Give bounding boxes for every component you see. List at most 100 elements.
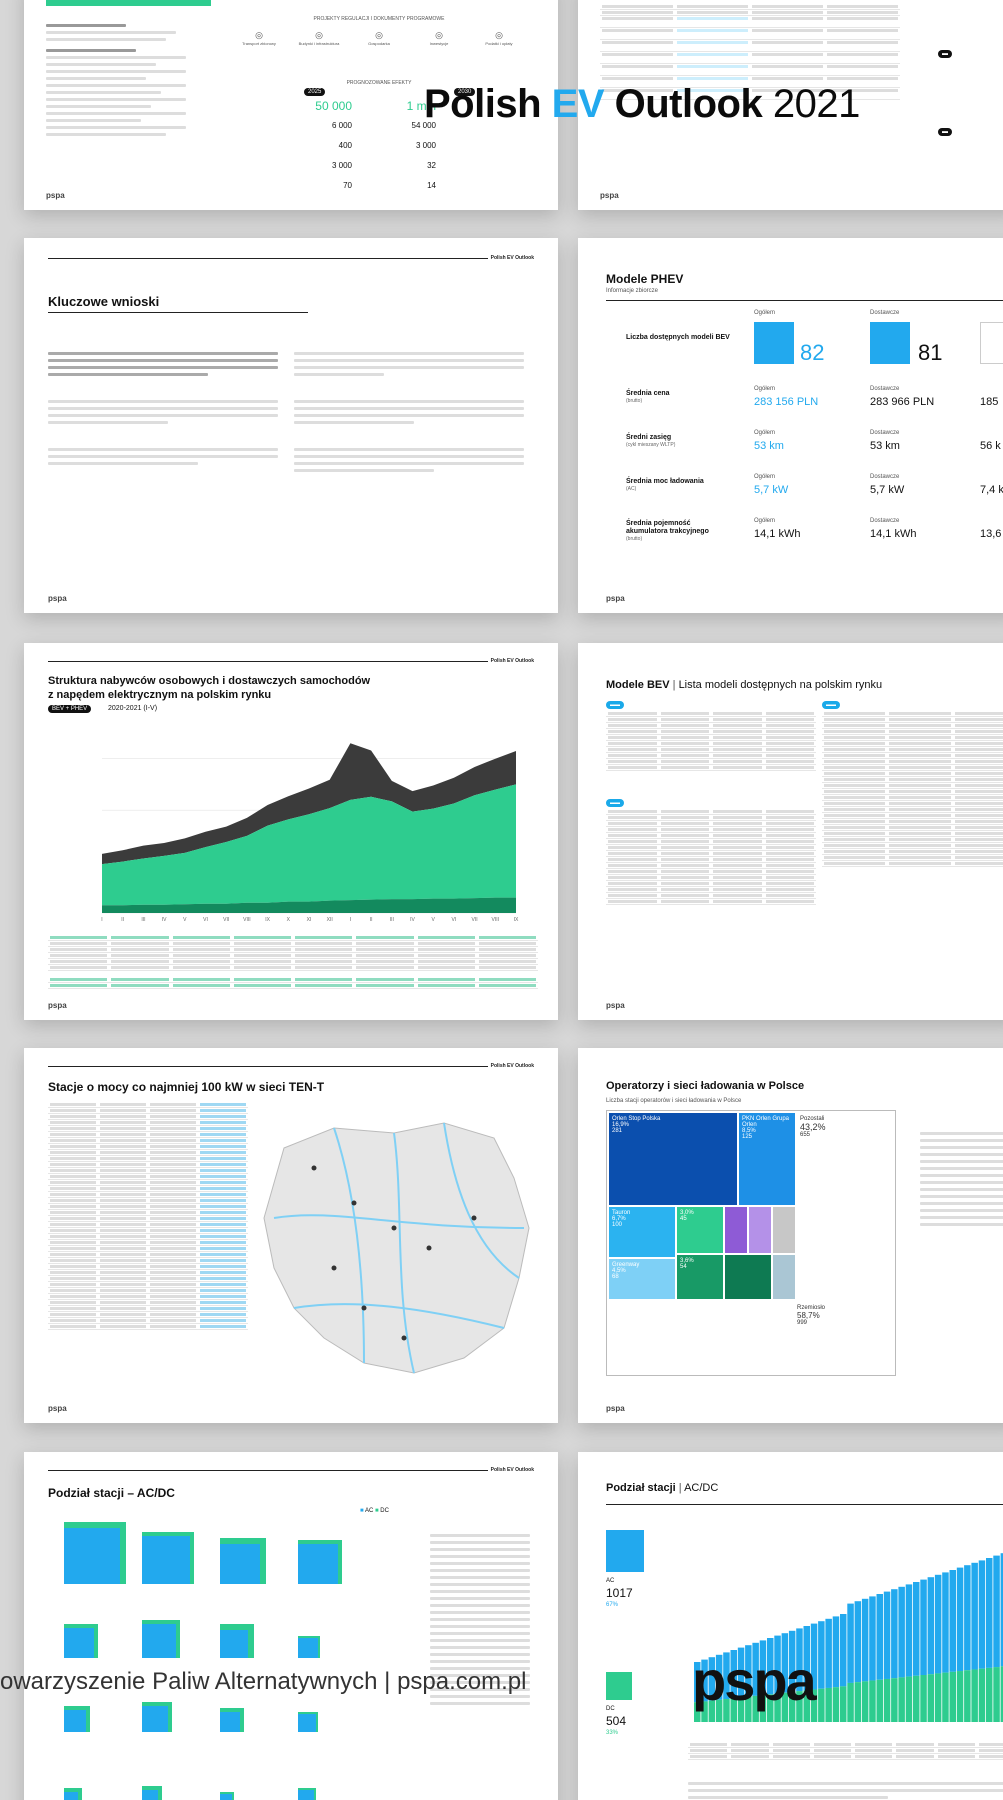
metric: 50 000 [315, 99, 352, 113]
count-bar [870, 322, 910, 364]
page-thumbnail-key-findings[interactable]: Polish EV Outlook Kluczowe wnioski pspa [24, 238, 558, 613]
x-tick-label: XII [327, 917, 333, 923]
treemap-cell: 3,6% 54 [677, 1255, 723, 1299]
brand-small: Polish EV Outlook [490, 1063, 534, 1069]
ac-bar [847, 1603, 854, 1683]
dc-bar [869, 1680, 876, 1722]
dc-bar [971, 1669, 978, 1722]
x-tick-label: IX [514, 917, 519, 923]
dc-bar [840, 1686, 847, 1722]
page-thumbnail-buyer-structure[interactable]: Polish EV Outlook Struktura nabywców oso… [24, 643, 558, 1020]
page-thumbnail-operators[interactable]: Operatorzy i sieci ładowania w Polsce Li… [578, 1048, 1003, 1423]
range-value: 53 km [870, 440, 900, 452]
footer-logo: pspa [48, 1001, 67, 1010]
ac-value: 1017 [606, 1586, 633, 1600]
cell-n: 68 [612, 1274, 619, 1280]
footer-logo: pspa [600, 191, 619, 200]
cell-n: 100 [612, 1222, 623, 1228]
acdc-square [220, 1792, 234, 1800]
battery-value: 14,1 kWh [870, 528, 917, 540]
ac-bar [825, 1618, 832, 1688]
x-tick-label: VIII [492, 917, 500, 923]
right-text-column [294, 348, 524, 476]
cell-n: 999 [797, 1320, 808, 1326]
dc-bar [934, 1673, 942, 1722]
x-tick-label: I [101, 917, 102, 923]
count-bar [754, 322, 794, 364]
dc-bar [993, 1667, 1000, 1722]
legend-ac: AC [364, 1508, 374, 1514]
accent-bar [46, 0, 211, 6]
poland-map [263, 1122, 530, 1374]
acdc-square [298, 1712, 318, 1732]
dc-bar [949, 1671, 956, 1722]
power-value: 5,7 kW [754, 484, 789, 496]
dc-bar [927, 1674, 935, 1722]
segment-pill: ▬▬ [606, 701, 624, 709]
acdc-square [142, 1702, 172, 1732]
page-title: Podział stacji [606, 1482, 676, 1494]
dc-square [606, 1672, 632, 1700]
icon-label: Inwestycje [429, 41, 449, 46]
dc-bar [818, 1688, 825, 1722]
metric: 3 000 [415, 141, 436, 150]
row-label: Średni zasięg [626, 434, 672, 441]
acdc-square [298, 1788, 316, 1800]
acdc-square [142, 1532, 194, 1584]
x-tick-label: IX [265, 917, 270, 923]
page-thumbnail-phev[interactable]: Modele PHEV Informacje zbiorcze Liczba d… [578, 238, 1003, 613]
count-value: 82 [800, 340, 825, 365]
left-text-column [48, 348, 278, 469]
acdc-square [64, 1624, 98, 1658]
page-subtitle: Lista modeli dostępnych na polskim rynku [678, 679, 883, 691]
treemap-cell: Tauron 6,7% 100 [609, 1207, 675, 1257]
x-tick-label: III [141, 917, 145, 923]
page-thumbnail-acdc-chart[interactable]: Podział stacji | AC/DC AC 1017 67% DC 50… [578, 1452, 1003, 1800]
treemap-cell [773, 1207, 795, 1253]
regulation-icons: ◎ Transport zbiorowy ◎ Budynki i infrastru… [242, 30, 513, 46]
power-value: 5,7 kW [870, 484, 905, 496]
footer-logo: pspa [46, 191, 65, 200]
ac-bar [934, 1574, 942, 1674]
icon-label: Gospodarka [368, 41, 390, 46]
acdc-square [64, 1788, 82, 1800]
ac-bar [854, 1601, 862, 1683]
treemap-cell: Pozostali 43,2% 655 [797, 1113, 893, 1205]
segment-pill: ▬▬ [606, 799, 624, 807]
treemap-cell [749, 1207, 771, 1253]
dc-label: DC [606, 1706, 615, 1712]
bev-table-left-2 [606, 809, 816, 905]
price-value: 185 [980, 396, 999, 408]
x-tick-label: X [287, 917, 291, 923]
row-unit: (cykl mieszany WLTP) [626, 442, 676, 448]
segment-pill: ▬▬ [822, 701, 840, 709]
ac-bar [883, 1591, 891, 1679]
col-label: Dostawcze [870, 386, 900, 392]
dc-bar [905, 1676, 913, 1722]
battery-value: 13,6 [980, 528, 1002, 540]
ac-pct: 67% [606, 1602, 619, 1608]
bev-phev-badge: BEV + PHEV [48, 705, 92, 713]
x-tick-label: IV [410, 917, 415, 923]
ac-bar [913, 1582, 920, 1676]
page-thumbnail-bev-list[interactable]: Modele BEV | Lista modeli dostępnych na … [578, 643, 1003, 1020]
footer-logo: pspa [606, 1001, 625, 1010]
page-title-row: Modele BEV | Lista modeli dostępnych na … [606, 679, 883, 691]
dc-bar [956, 1671, 964, 1722]
dc-bar [898, 1677, 905, 1722]
cover-title-ev: EV [551, 82, 605, 126]
x-tick-label: VII [472, 917, 478, 923]
power-value: 7,4 k [980, 484, 1003, 496]
page-thumbnail-ten-t-stations[interactable]: Polish EV Outlook Stacje o mocy co najmn… [24, 1048, 558, 1423]
metrics-left: 50 000 6 000 400 3 000 70 [212, 96, 352, 196]
dc-bar [876, 1679, 883, 1722]
ac-bar [869, 1596, 876, 1681]
x-tick-label: VIII [243, 917, 251, 923]
dc-bar [964, 1670, 971, 1722]
area-chart: I II III IV V VI VII VIII IX X XI XII I II III IV V VI VII… [101, 743, 519, 923]
treemap-cell: Greenway 4,5% 68 [609, 1259, 675, 1299]
footer-logo: pspa [606, 1404, 625, 1413]
chart-title-line1: Struktura nabywców osobowych i dostawczy… [48, 675, 371, 687]
ac-bar [927, 1577, 935, 1675]
page-thumbnail-acdc-split[interactable]: Polish EV Outlook Podział stacji – AC/DC… [24, 1452, 558, 1800]
